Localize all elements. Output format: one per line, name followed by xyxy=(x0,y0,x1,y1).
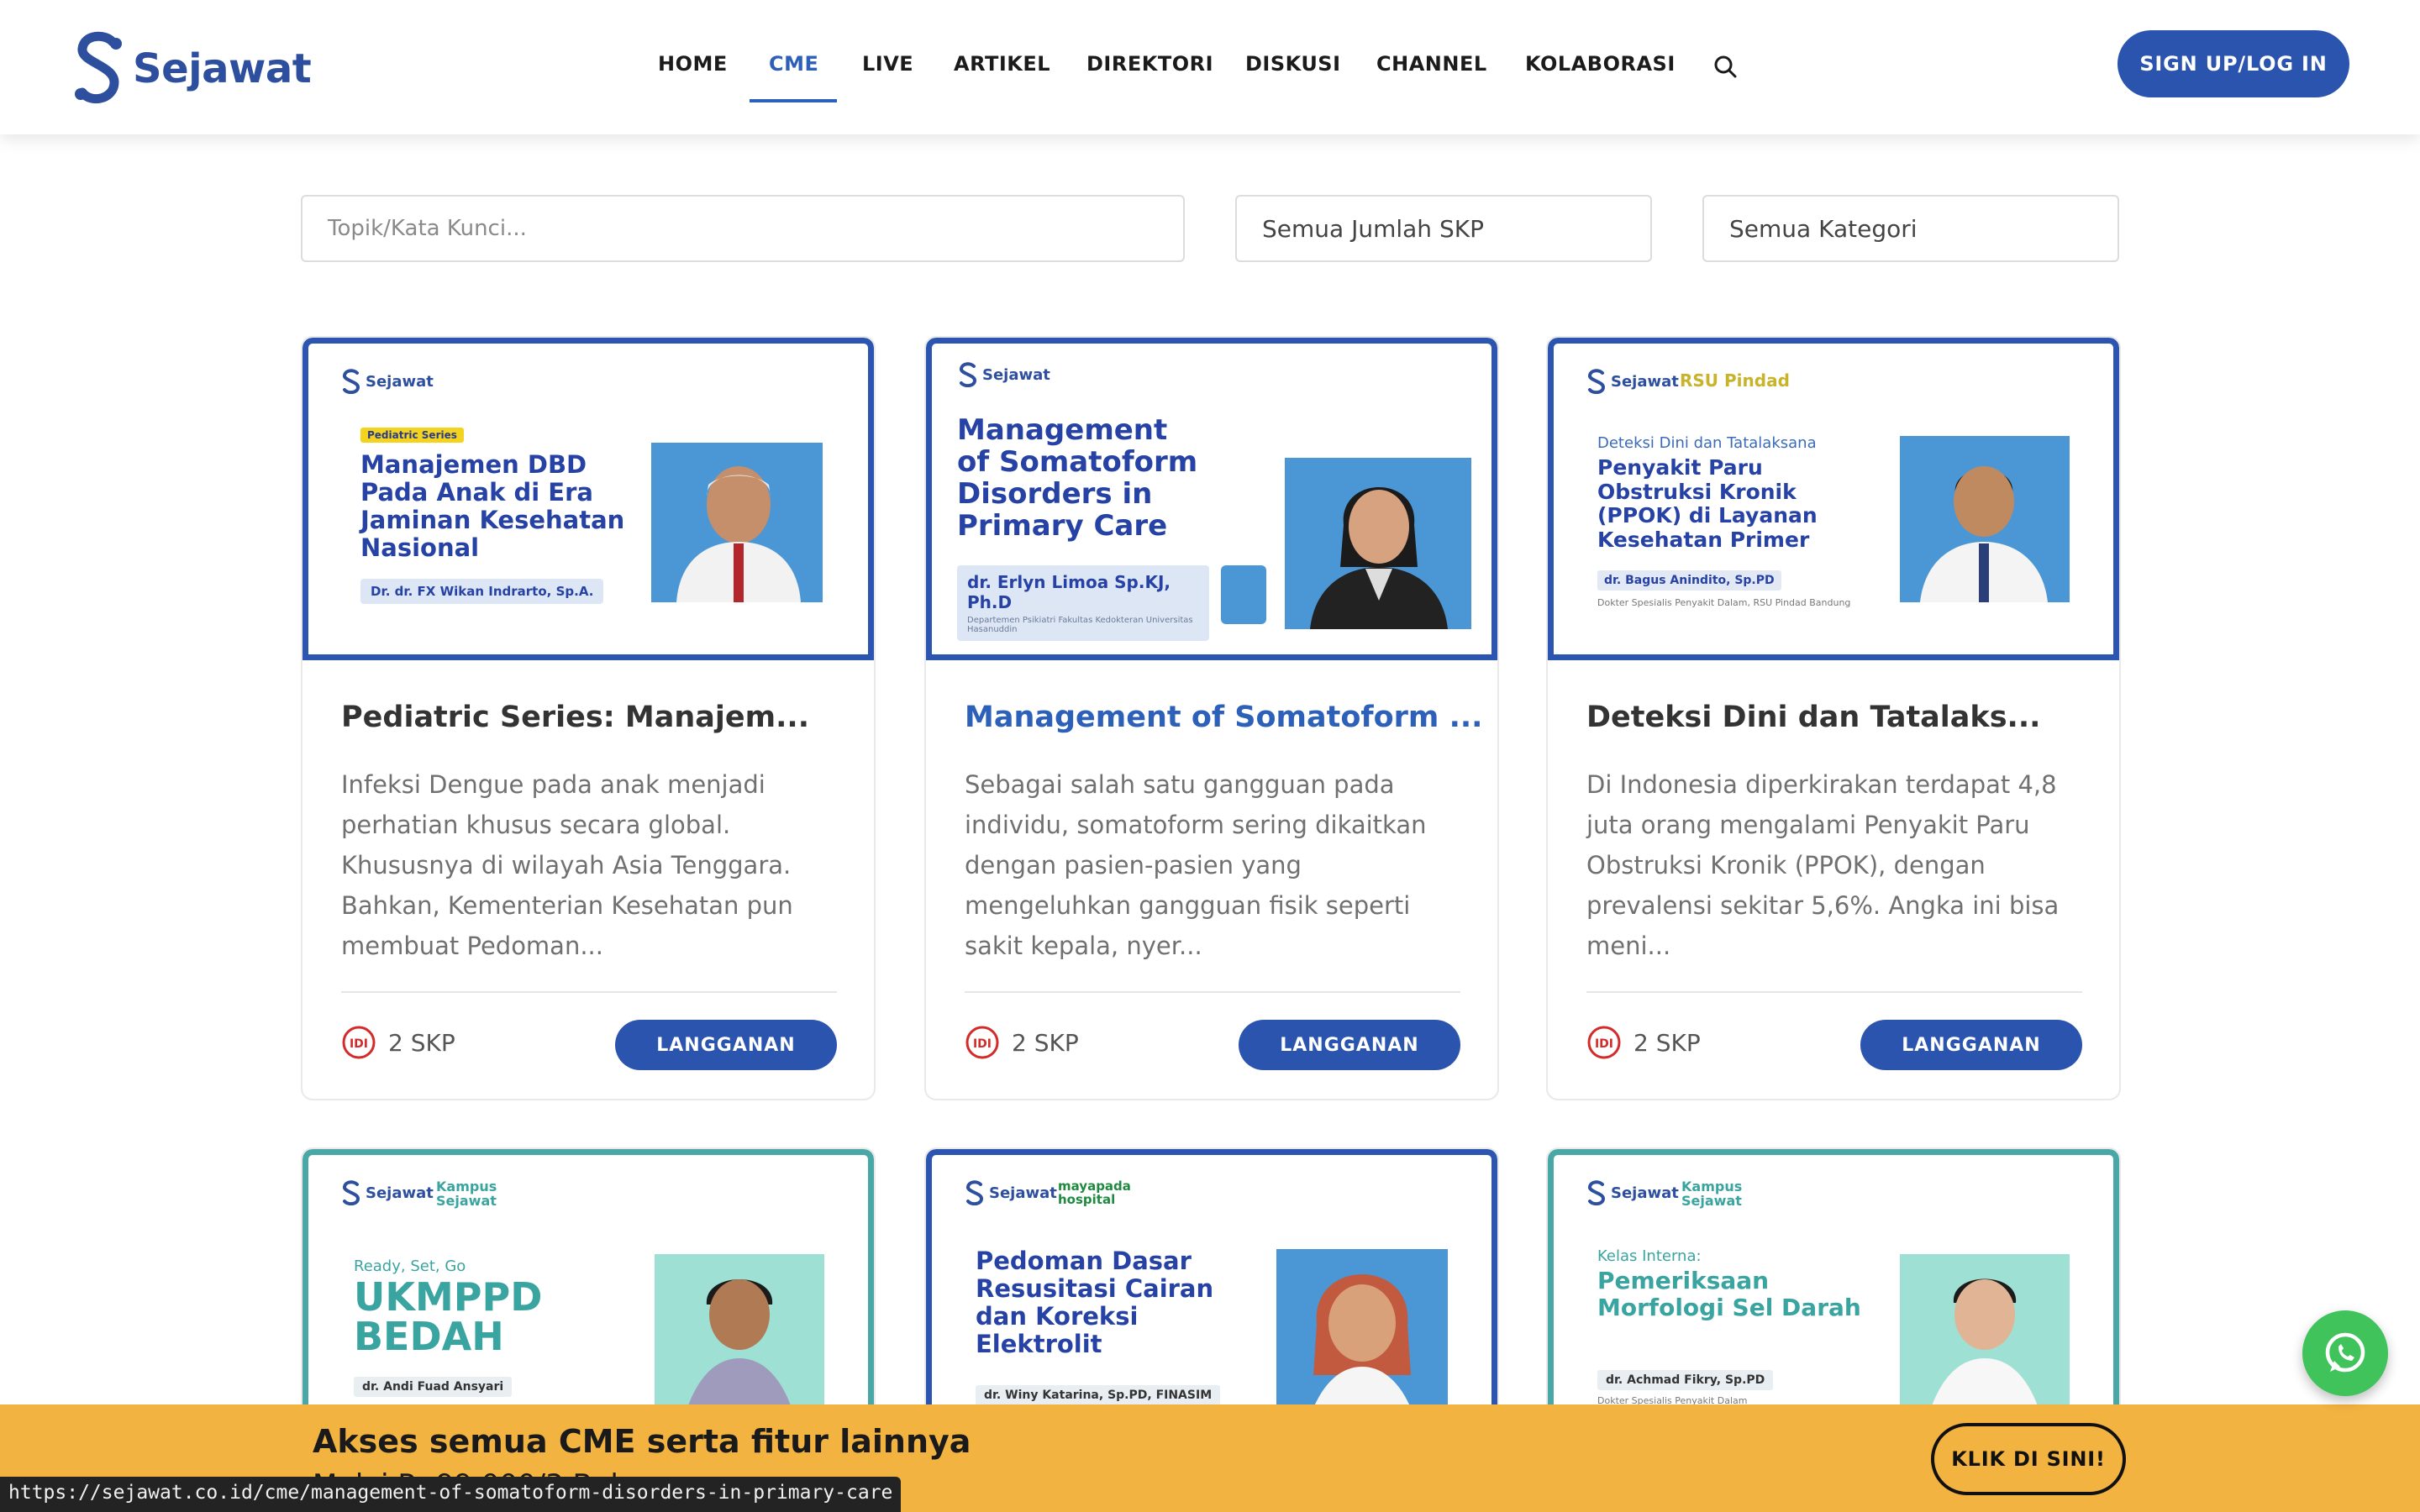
banner-brand: Sejawat xyxy=(982,365,1050,384)
sejawat-logo-icon xyxy=(1588,1180,1606,1205)
banner-sejawat-logo: Sejawat xyxy=(340,1180,434,1205)
banner-speaker: Dr. dr. FX Wikan Indrarto, Sp.A. xyxy=(360,579,604,604)
subscribe-button[interactable]: LANGGANAN xyxy=(615,1020,837,1070)
partner-logo: RSU Pindad xyxy=(1680,370,1790,391)
speaker-photo xyxy=(1285,458,1471,629)
nav-home[interactable]: HOME xyxy=(658,52,728,76)
sejawat-logo-icon xyxy=(343,369,360,394)
speaker-photo xyxy=(1900,436,2070,602)
banner-speaker: dr. Winy Katarina, Sp.PD, FINASIM xyxy=(976,1385,1221,1405)
nav-channel[interactable]: CHANNEL xyxy=(1376,52,1487,76)
skp-value: 2 SKP xyxy=(1012,1028,1079,1057)
banner-sejawat-logo: Sejawat xyxy=(964,1180,1057,1205)
banner-title: Management of Somatoform Disorders in Pr… xyxy=(957,413,1198,543)
main-nav: HOME CME LIVE ARTIKEL DIREKTORI DISKUSI … xyxy=(0,52,2420,86)
svg-text:IDI: IDI xyxy=(350,1037,368,1051)
card-description: Di Indonesia diperkirakan terdapat 4,8 j… xyxy=(1586,770,2060,960)
banner-brand: Sejawat xyxy=(989,1184,1057,1202)
banner-sejawat-logo: Sejawat xyxy=(1586,369,1679,394)
browser-status-url: https://sejawat.co.id/cme/management-of-… xyxy=(0,1477,902,1512)
card-divider xyxy=(965,991,1460,993)
banner-subtitle: Ready, Set, Go xyxy=(354,1257,466,1275)
svg-text:IDI: IDI xyxy=(973,1037,992,1051)
skp-value: 2 SKP xyxy=(388,1028,455,1057)
signup-login-button[interactable]: SIGN UP/LOG IN xyxy=(2118,30,2349,97)
partner-logo: mayapada hospital xyxy=(1058,1179,1131,1207)
card-title[interactable]: Management of Somatoform ... xyxy=(965,701,1482,734)
cme-card[interactable]: Sejawat Management of Somatoform Disorde… xyxy=(924,336,1499,1100)
banner-tag: Pediatric Series xyxy=(360,428,464,443)
banner-sejawat-logo: Sejawat xyxy=(957,362,1050,387)
brain-icon xyxy=(1221,565,1266,624)
card-description: Infeksi Dengue pada anak menjadi perhati… xyxy=(341,770,793,960)
banner-speaker: dr. Achmad Fikry, Sp.PD xyxy=(1597,1370,1774,1390)
banner-speaker: dr. Andi Fuad Ansyari xyxy=(354,1377,513,1397)
banner-brand: Sejawat xyxy=(1611,372,1679,391)
promo-title: Akses semua CME serta fitur lainnya xyxy=(313,1423,971,1460)
card-title[interactable]: Pediatric Series: Manajem... xyxy=(341,701,809,734)
banner-subtitle: Deteksi Dini dan Tatalaksana xyxy=(1597,434,1817,452)
category-filter-select[interactable]: Semua Kategori xyxy=(1702,195,2119,262)
idi-badge-icon: IDI xyxy=(965,1026,999,1059)
banner-speaker-affiliation: Dokter Spesialis Penyakit Dalam, RSU Pin… xyxy=(1597,597,1851,608)
banner-brand: Sejawat xyxy=(366,1184,434,1202)
partner-logo: Kampus Sejawat xyxy=(436,1179,497,1209)
banner-subtitle: Kelas Interna: xyxy=(1597,1247,1702,1265)
banner-speaker: dr. Bagus Anindito, Sp.PD xyxy=(1597,570,1781,591)
skp-value: 2 SKP xyxy=(1634,1028,1701,1057)
card-banner[interactable]: Sejawat Management of Somatoform Disorde… xyxy=(926,338,1497,660)
subscribe-button[interactable]: LANGGANAN xyxy=(1239,1020,1460,1070)
svg-text:IDI: IDI xyxy=(1595,1037,1613,1051)
card-title[interactable]: Deteksi Dini dan Tatalaks... xyxy=(1586,701,2040,734)
sejawat-logo-icon xyxy=(1588,369,1606,394)
nav-kolaborasi[interactable]: KOLABORASI xyxy=(1525,52,1676,76)
banner-sejawat-logo: Sejawat xyxy=(1586,1180,1679,1205)
whatsapp-icon xyxy=(2325,1332,2365,1373)
idi-badge-icon: IDI xyxy=(1587,1026,1621,1059)
partner-logo: Kampus Sejawat xyxy=(1681,1179,1743,1209)
site-header: Sejawat HOME CME LIVE ARTIKEL DIREKTORI … xyxy=(0,0,2420,134)
nav-direktori[interactable]: DIREKTORI xyxy=(1086,52,1213,76)
banner-title: Manajemen DBD Pada Anak di Era Jaminan K… xyxy=(360,450,625,563)
card-skp: IDI 2 SKP xyxy=(1586,1025,1701,1060)
nav-active-indicator xyxy=(750,99,837,102)
nav-live[interactable]: LIVE xyxy=(862,52,913,76)
card-banner[interactable]: Sejawat Pediatric Series Manajemen DBD P… xyxy=(302,338,874,660)
subscribe-button[interactable]: LANGGANAN xyxy=(1860,1020,2082,1070)
search-icon[interactable] xyxy=(1712,54,1738,79)
sejawat-logo-icon xyxy=(960,362,977,387)
search-input[interactable]: Topik/Kata Kunci... xyxy=(301,195,1185,262)
banner-speaker: dr. Erlyn Limoa Sp.KJ, Ph.D Departemen P… xyxy=(957,565,1209,641)
card-skp: IDI 2 SKP xyxy=(341,1025,455,1060)
sejawat-logo-icon xyxy=(966,1180,984,1205)
speaker-photo xyxy=(651,443,823,602)
promo-cta-button[interactable]: KLIK DI SINI! xyxy=(1931,1423,2126,1495)
whatsapp-chat-button[interactable] xyxy=(2302,1310,2388,1396)
nav-artikel[interactable]: ARTIKEL xyxy=(954,52,1050,76)
banner-sejawat-logo: Sejawat xyxy=(340,369,434,394)
nav-cme[interactable]: CME xyxy=(769,52,818,76)
banner-title: Pedoman Dasar Resusitasi Cairan dan Kore… xyxy=(976,1247,1214,1359)
banner-title: Penyakit Paru Obstruksi Kronik (PPOK) di… xyxy=(1597,455,1818,552)
card-skp: IDI 2 SKP xyxy=(965,1025,1079,1060)
banner-title: Pemeriksaan Morfologi Sel Darah xyxy=(1597,1267,1861,1321)
banner-title: UKMPPD BEDAH xyxy=(354,1274,543,1359)
card-description: Sebagai salah satu gangguan pada individ… xyxy=(965,770,1427,960)
idi-badge-icon: IDI xyxy=(342,1026,376,1059)
banner-brand: Sejawat xyxy=(366,372,434,391)
banner-speaker-affiliation: Departemen Psikiatri Fakultas Kedokteran… xyxy=(967,616,1193,634)
card-banner[interactable]: Sejawat RSU Pindad Deteksi Dini dan Tata… xyxy=(1548,338,2119,660)
sejawat-logo-icon xyxy=(343,1180,360,1205)
banner-brand: Sejawat xyxy=(1611,1184,1679,1202)
card-divider xyxy=(1586,991,2082,993)
cme-card[interactable]: Sejawat Pediatric Series Manajemen DBD P… xyxy=(301,336,876,1100)
nav-diskusi[interactable]: DISKUSI xyxy=(1245,52,1341,76)
skp-filter-select[interactable]: Semua Jumlah SKP xyxy=(1235,195,1652,262)
cme-card[interactable]: Sejawat RSU Pindad Deteksi Dini dan Tata… xyxy=(1546,336,2121,1100)
banner-speaker-name: dr. Erlyn Limoa Sp.KJ, Ph.D xyxy=(967,572,1171,612)
card-divider xyxy=(341,991,837,993)
